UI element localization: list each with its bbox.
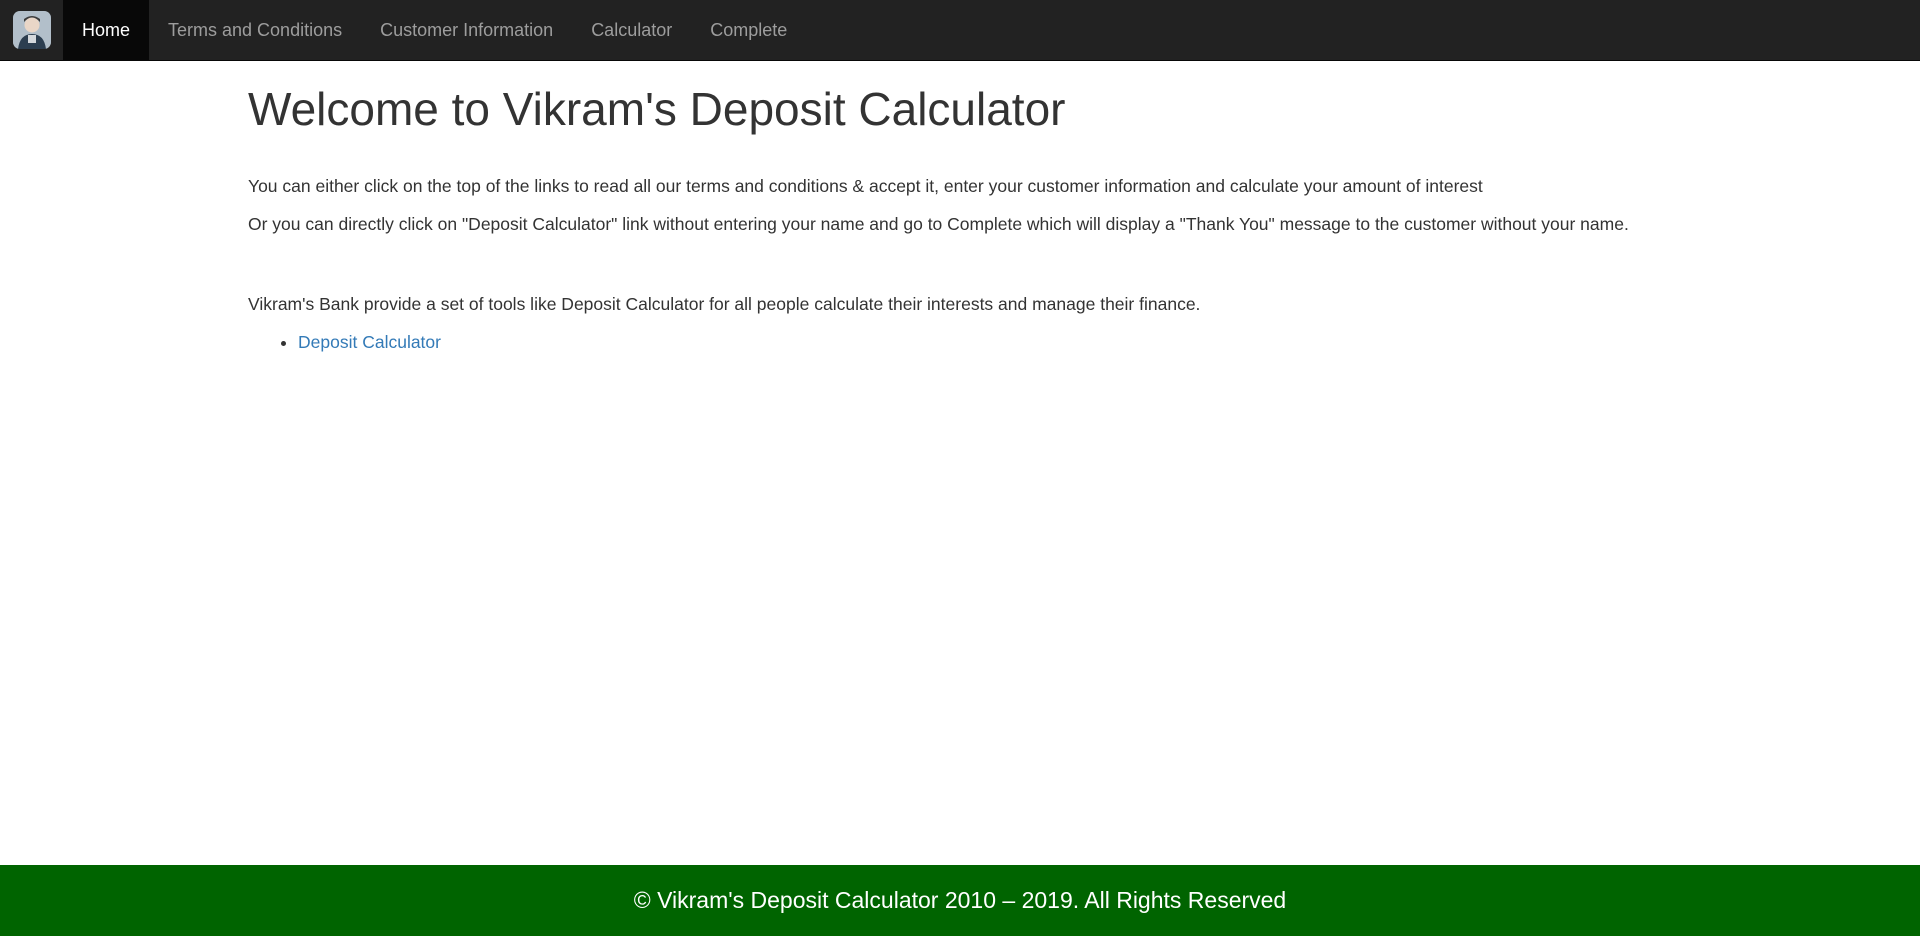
nav-terms-and-conditions[interactable]: Terms and Conditions xyxy=(149,0,361,60)
nav-calculator[interactable]: Calculator xyxy=(572,0,691,60)
nav-complete[interactable]: Complete xyxy=(691,0,806,60)
intro-section: You can either click on the top of the l… xyxy=(248,174,1672,236)
list-item: Deposit Calculator xyxy=(298,330,1672,354)
footer-copyright: © Vikram's Deposit Calculator 2010 – 201… xyxy=(633,887,1287,913)
deposit-calculator-link[interactable]: Deposit Calculator xyxy=(298,332,441,352)
tools-section: Vikram's Bank provide a set of tools lik… xyxy=(248,292,1672,354)
nav-links: Home Terms and Conditions Customer Infor… xyxy=(63,0,806,60)
intro-paragraph-2: Or you can directly click on "Deposit Ca… xyxy=(248,213,1629,234)
tools-list: Deposit Calculator xyxy=(248,330,1672,354)
page-title: Welcome to Vikram's Deposit Calculator xyxy=(248,83,1066,135)
nav-customer-information[interactable]: Customer Information xyxy=(361,0,572,60)
brand-avatar[interactable] xyxy=(0,0,63,60)
footer: © Vikram's Deposit Calculator 2010 – 201… xyxy=(0,865,1920,936)
intro-paragraph-1: You can either click on the top of the l… xyxy=(248,175,1483,196)
user-avatar-icon xyxy=(12,11,51,49)
top-navbar: Home Terms and Conditions Customer Infor… xyxy=(0,0,1920,61)
tools-description: Vikram's Bank provide a set of tools lik… xyxy=(248,293,1201,314)
nav-home[interactable]: Home xyxy=(63,0,150,60)
main-content: Welcome to Vikram's Deposit Calculator Y… xyxy=(248,61,1672,354)
